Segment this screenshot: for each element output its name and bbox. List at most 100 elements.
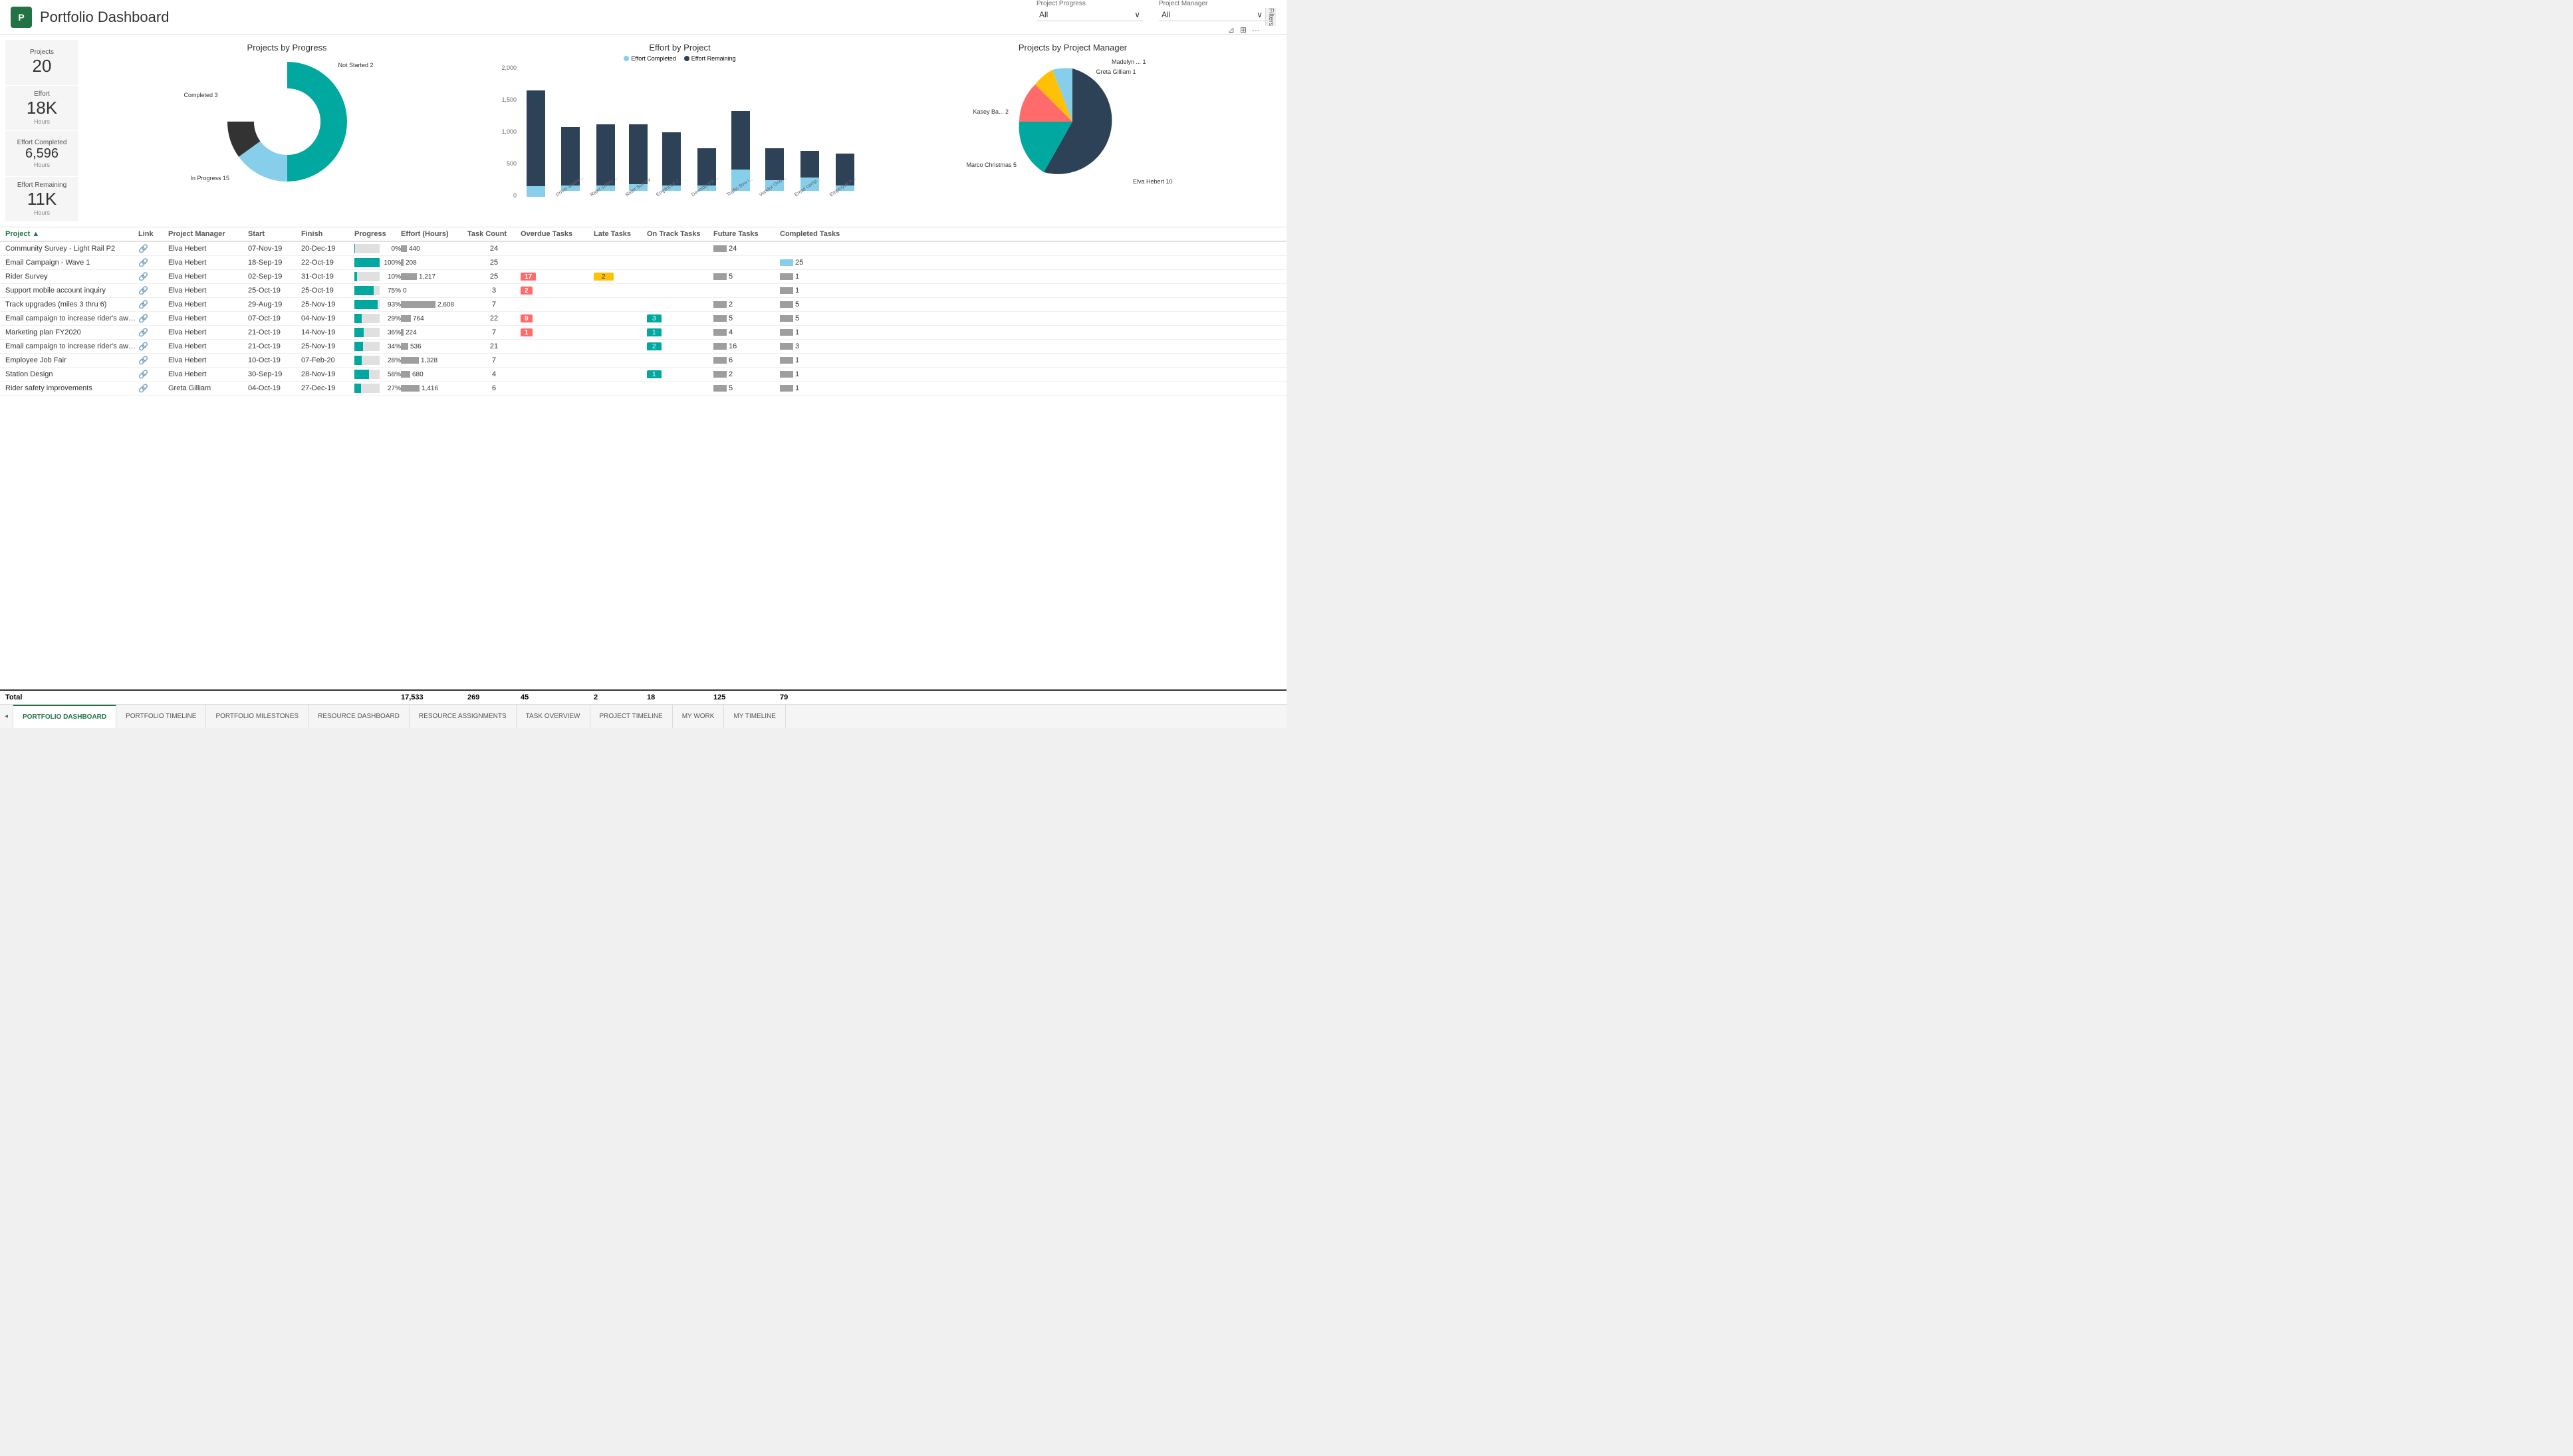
footer-on-track: 18 — [647, 693, 713, 701]
cell-finish: 31-Oct-19 — [301, 273, 354, 281]
bar-item: Employee benefits review — [828, 92, 862, 199]
cell-task-count: 7 — [467, 301, 521, 308]
cell-project: Rider Survey — [5, 273, 138, 281]
cell-effort: 680 — [401, 371, 467, 378]
cell-task-count: 25 — [467, 259, 521, 267]
tab-project-timeline[interactable]: PROJECT TIMELINE — [590, 705, 673, 728]
table-row[interactable]: Rider Survey 🔗 Elva Hebert 02-Sep-19 31-… — [0, 270, 1286, 284]
cell-finish: 27-Dec-19 — [301, 384, 354, 392]
table-row[interactable]: Station Design 🔗 Elva Hebert 30-Sep-19 2… — [0, 368, 1286, 382]
table-section: Project ▲ Link Project Manager Start Fin… — [0, 227, 1286, 704]
cell-link[interactable]: 🔗 — [138, 300, 168, 309]
cell-future: 5 — [713, 384, 780, 392]
filter-group-manager: Project Manager All ∨ ⊿ ⊞ ··· — [1159, 0, 1265, 35]
col-overdue[interactable]: Overdue Tasks — [521, 230, 594, 238]
cell-link[interactable]: 🔗 — [138, 244, 168, 253]
cell-project: Email campaign to increase rider's aware… — [5, 314, 138, 322]
tab-portfolio-dashboard[interactable]: PORTFOLIO DASHBOARD — [13, 705, 116, 728]
cell-link[interactable]: 🔗 — [138, 342, 168, 351]
table-row[interactable]: Community Survey - Light Rail P2 🔗 Elva … — [0, 242, 1286, 256]
cell-link[interactable]: 🔗 — [138, 370, 168, 379]
kpi-projects-value: 20 — [33, 56, 52, 76]
cell-task-count: 7 — [467, 356, 521, 364]
cell-manager: Elva Hebert — [168, 314, 248, 322]
cell-on-track: 1 — [647, 370, 713, 378]
kpi-effort-label: Effort — [34, 90, 50, 98]
cell-start: 30-Sep-19 — [248, 370, 301, 378]
col-progress[interactable]: Progress — [354, 230, 401, 238]
cell-link[interactable]: 🔗 — [138, 328, 168, 337]
tab-resource-assignments[interactable]: RESOURCE ASSIGNMENTS — [410, 705, 517, 728]
content-area: Projects 20 Effort 18K Hours Effort Comp… — [0, 35, 1286, 704]
col-late[interactable]: Late Tasks — [594, 230, 647, 238]
table-row[interactable]: Employee Job Fair 🔗 Elva Hebert 10-Oct-1… — [0, 354, 1286, 368]
tab-my-work[interactable]: MY WORK — [673, 705, 725, 728]
pie-label-madelyn: Madelyn ... 1 — [1112, 59, 1146, 65]
cell-effort: 1,416 — [401, 385, 467, 392]
cell-finish: 14-Nov-19 — [301, 328, 354, 336]
table-row[interactable]: Email campaign to increase rider's aware… — [0, 312, 1286, 326]
cell-effort: 764 — [401, 315, 467, 322]
cell-start: 04-Oct-19 — [248, 384, 301, 392]
cell-link[interactable]: 🔗 — [138, 272, 168, 281]
expand-icon[interactable]: ⊞ — [1240, 25, 1247, 35]
cell-late: 2 — [594, 273, 647, 281]
cell-on-track: 3 — [647, 314, 713, 322]
col-task-count[interactable]: Task Count — [467, 230, 521, 238]
table-row[interactable]: Email campaign to increase rider's aware… — [0, 340, 1286, 354]
table-row[interactable]: Support mobile account inquiry 🔗 Elva He… — [0, 284, 1286, 298]
filter-group-progress: Project Progress All ∨ — [1037, 0, 1143, 21]
tab-portfolio-timeline[interactable]: PORTFOLIO TIMELINE — [116, 705, 206, 728]
table-row[interactable]: Rider safety improvements 🔗 Greta Gillia… — [0, 382, 1286, 396]
header: P Portfolio Dashboard Project Progress A… — [0, 0, 1286, 35]
cell-link[interactable]: 🔗 — [138, 286, 168, 295]
table-row[interactable]: Email Campaign - Wave 1 🔗 Elva Hebert 18… — [0, 256, 1286, 270]
cell-task-count: 25 — [467, 273, 521, 281]
filters-sidebar-toggle[interactable]: Filters — [1265, 8, 1276, 26]
cell-link[interactable]: 🔗 — [138, 356, 168, 365]
cell-link[interactable]: 🔗 — [138, 258, 168, 267]
cell-task-count: 7 — [467, 328, 521, 336]
cell-progress: 58% — [354, 370, 401, 379]
legend-remaining: Effort Remaining — [684, 55, 736, 62]
cell-finish: 25-Nov-19 — [301, 301, 354, 308]
tab-resource-dashboard[interactable]: RESOURCE DASHBOARD — [308, 705, 410, 728]
chart2-title: Effort by Project — [649, 43, 710, 53]
table-row[interactable]: Marketing plan FY2020 🔗 Elva Hebert 21-O… — [0, 326, 1286, 340]
donut-label-completed: Completed 3 — [184, 92, 218, 98]
cell-completed: 5 — [780, 314, 860, 322]
tab-portfolio-milestones[interactable]: PORTFOLIO MILESTONES — [206, 705, 308, 728]
tab-nav-left[interactable]: ◂ — [0, 705, 13, 728]
col-manager[interactable]: Project Manager — [168, 230, 248, 238]
cell-completed: 1 — [780, 273, 860, 281]
cell-task-count: 4 — [467, 370, 521, 378]
kpi-effort-completed-value: 6,596 — [25, 146, 59, 162]
cell-on-track: 1 — [647, 328, 713, 336]
cell-completed: 1 — [780, 287, 860, 295]
col-on-track[interactable]: On Track Tasks — [647, 230, 713, 238]
cell-start: 29-Aug-19 — [248, 301, 301, 308]
tab-my-timeline[interactable]: MY TIMELINE — [724, 705, 786, 728]
col-future[interactable]: Future Tasks — [713, 230, 780, 238]
chart-projects-by-manager: Projects by Project Manager — [864, 40, 1281, 221]
table-body: Community Survey - Light Rail P2 🔗 Elva … — [0, 242, 1286, 689]
filter-progress-select[interactable]: All ∨ — [1037, 9, 1143, 21]
cell-link[interactable]: 🔗 — [138, 314, 168, 323]
kpi-effort-value: 18K — [27, 98, 57, 118]
col-effort[interactable]: Effort (Hours) — [401, 230, 467, 238]
filter-manager-select[interactable]: All ∨ — [1159, 9, 1265, 21]
cell-project: Community Survey - Light Rail P2 — [5, 245, 138, 253]
filter-icon[interactable]: ⊿ — [1228, 25, 1235, 35]
charts-section: Projects 20 Effort 18K Hours Effort Comp… — [0, 35, 1286, 227]
tab-task-overview[interactable]: TASK OVERVIEW — [517, 705, 590, 728]
col-project[interactable]: Project ▲ — [5, 230, 138, 238]
table-row[interactable]: Track upgrades (miles 3 thru 6) 🔗 Elva H… — [0, 298, 1286, 312]
cell-link[interactable]: 🔗 — [138, 384, 168, 393]
col-start[interactable]: Start — [248, 230, 301, 238]
filter-progress-label: Project Progress — [1037, 0, 1143, 7]
cell-finish: 07-Feb-20 — [301, 356, 354, 364]
col-finish[interactable]: Finish — [301, 230, 354, 238]
col-completed[interactable]: Completed Tasks — [780, 230, 860, 238]
more-icon[interactable]: ··· — [1252, 25, 1260, 35]
cell-task-count: 6 — [467, 384, 521, 392]
